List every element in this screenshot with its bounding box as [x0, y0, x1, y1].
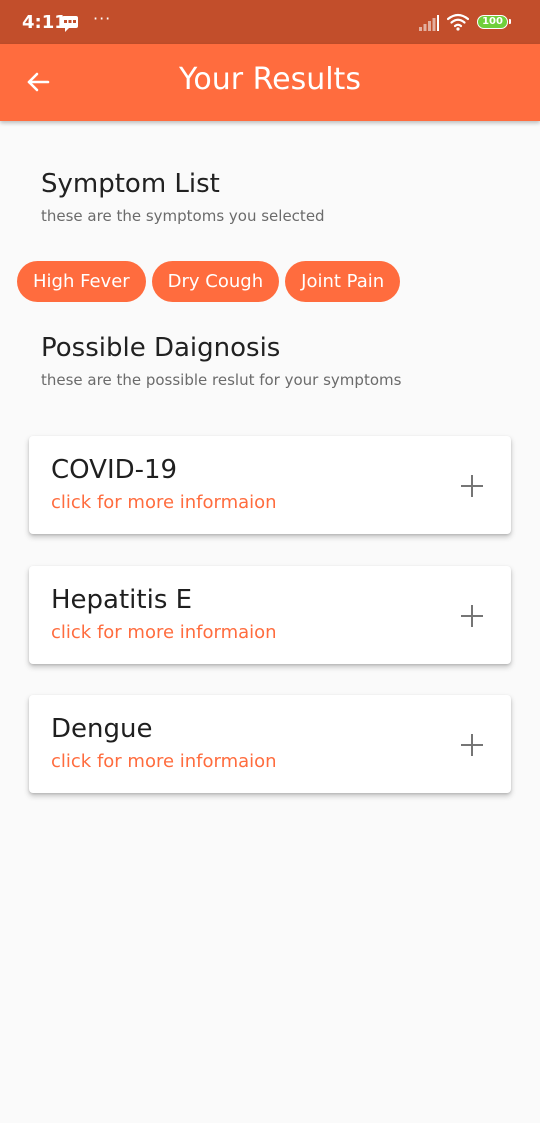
more-icon: ···	[93, 9, 112, 28]
diagnosis-card-title: Dengue	[51, 714, 153, 744]
signal-icon	[419, 15, 439, 31]
symptom-chip-dry-cough[interactable]: Dry Cough	[151, 261, 280, 302]
diagnosis-card-link[interactable]: click for more informaion	[51, 750, 277, 774]
diagnosis-subtitle: these are the possible reslut for your s…	[41, 371, 402, 389]
diagnosis-card-title: Hepatitis E	[51, 585, 193, 615]
diagnosis-card-title: COVID-19	[51, 455, 178, 485]
diagnosis-card-covid-19[interactable]: COVID-19 click for more informaion	[29, 436, 511, 534]
diagnosis-title: Possible Daignosis	[41, 333, 281, 363]
plus-icon[interactable]	[461, 605, 483, 627]
plus-icon[interactable]	[461, 475, 483, 497]
status-bar: 4:11 ··· 100	[0, 0, 540, 44]
diagnosis-card-hepatitis-e[interactable]: Hepatitis E click for more informaion	[29, 566, 511, 664]
diagnosis-card-dengue[interactable]: Dengue click for more informaion	[29, 695, 511, 793]
symptom-chips: High Fever Dry Cough Joint Pain	[17, 261, 401, 302]
page-title: Your Results	[179, 62, 361, 97]
wifi-icon	[447, 13, 469, 31]
symptom-list-title: Symptom List	[41, 169, 220, 199]
symptom-chip-high-fever[interactable]: High Fever	[17, 261, 146, 302]
diagnosis-card-link[interactable]: click for more informaion	[51, 621, 277, 645]
symptom-list-subtitle: these are the symptoms you selected	[41, 207, 325, 225]
status-time: 4:11	[22, 12, 67, 33]
symptom-chip-joint-pain[interactable]: Joint Pain	[285, 261, 401, 302]
message-icon	[62, 16, 78, 32]
battery-icon: 100	[477, 15, 511, 29]
plus-icon[interactable]	[461, 734, 483, 756]
diagnosis-card-link[interactable]: click for more informaion	[51, 491, 277, 515]
app-bar: Your Results	[0, 44, 540, 121]
